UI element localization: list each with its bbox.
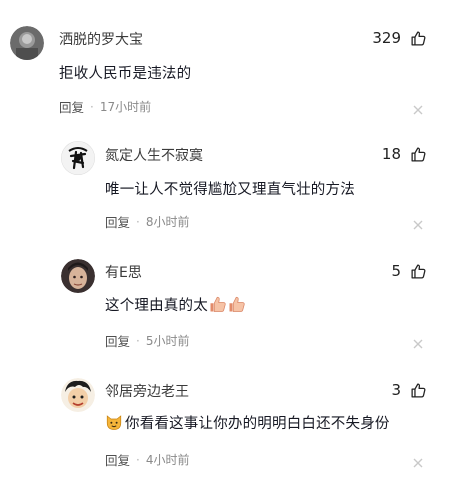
avatar[interactable] bbox=[61, 259, 95, 293]
comment-author[interactable]: 氮定人生不寂寞 bbox=[105, 145, 203, 165]
close-icon[interactable] bbox=[413, 453, 425, 468]
comment-author[interactable]: 有E思 bbox=[105, 262, 142, 282]
comment-meta: 回复 · 8小时前 bbox=[105, 212, 189, 231]
cat-face-emoji-icon bbox=[105, 413, 123, 431]
like-button[interactable] bbox=[409, 381, 427, 399]
comment-text: 拒收人民币是违法的 bbox=[59, 66, 192, 82]
reply-button[interactable]: 回复 bbox=[105, 450, 130, 469]
separator-dot: · bbox=[136, 333, 140, 348]
comment-meta: 回复 · 17小时前 bbox=[59, 97, 151, 116]
reply-button[interactable]: 回复 bbox=[105, 331, 130, 350]
thumbs-up-emoji-icon bbox=[209, 295, 227, 313]
thumbs-up-outline-icon bbox=[410, 263, 425, 279]
comment-author[interactable]: 邻居旁边老王 bbox=[105, 381, 189, 401]
comment-text-body: 你看看这事让你办的明明白白还不失身份 bbox=[125, 416, 390, 432]
avatar[interactable] bbox=[10, 26, 44, 60]
like-count: 3 bbox=[391, 381, 401, 399]
like-count: 329 bbox=[372, 29, 401, 47]
separator-dot: · bbox=[136, 452, 140, 467]
comment-text: 你看看这事让你办的明明白白还不失身份 bbox=[105, 412, 390, 433]
reply-button[interactable]: 回复 bbox=[59, 97, 84, 116]
comment-time: 8小时前 bbox=[145, 215, 190, 229]
thumbs-up-outline-icon bbox=[410, 30, 425, 46]
like-button[interactable] bbox=[409, 29, 427, 47]
thumbs-up-outline-icon bbox=[410, 382, 425, 398]
reply-button[interactable]: 回复 bbox=[105, 212, 130, 231]
like-button[interactable] bbox=[409, 262, 427, 280]
thumbs-up-emoji-icon bbox=[228, 295, 246, 313]
separator-dot: · bbox=[90, 99, 94, 114]
like-count: 5 bbox=[391, 262, 401, 280]
comment-time: 5小时前 bbox=[145, 334, 190, 348]
comment-text: 这个理由真的太 bbox=[105, 294, 246, 315]
separator-dot: · bbox=[136, 214, 140, 229]
comment-meta: 回复 · 4小时前 bbox=[105, 450, 189, 469]
like-button[interactable] bbox=[409, 145, 427, 163]
like-count: 18 bbox=[381, 145, 401, 163]
comment-text: 唯一让人不觉得尴尬又理直气壮的方法 bbox=[105, 182, 355, 198]
comment-time: 4小时前 bbox=[145, 453, 190, 467]
comment-author[interactable]: 洒脱的罗大宝 bbox=[59, 29, 143, 49]
comment-time: 17小时前 bbox=[99, 100, 152, 114]
close-icon[interactable] bbox=[413, 334, 425, 349]
avatar[interactable] bbox=[61, 141, 95, 175]
comment-text-body: 这个理由真的太 bbox=[105, 298, 208, 314]
close-icon[interactable] bbox=[413, 215, 425, 230]
close-icon[interactable] bbox=[413, 100, 425, 115]
thumbs-up-outline-icon bbox=[410, 146, 425, 162]
comment-meta: 回复 · 5小时前 bbox=[105, 331, 189, 350]
avatar[interactable] bbox=[61, 378, 95, 412]
